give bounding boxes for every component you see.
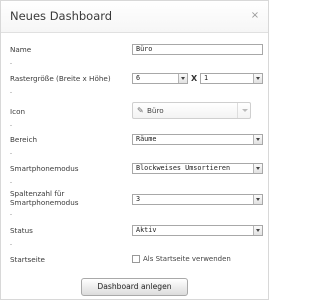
dialog-title: Neues Dashboard — [10, 9, 113, 23]
chevron-down-icon — [253, 226, 262, 235]
chevron-down-icon — [253, 164, 262, 173]
chevron-down-icon — [253, 135, 262, 144]
icon-picker-value: Büro — [147, 106, 164, 115]
status-label: Status — [10, 226, 33, 235]
startpage-checkbox-label[interactable]: Als Startseite verwenden — [143, 255, 231, 263]
smartphone-mode-select[interactable]: Blockweises Umsortieren — [132, 163, 263, 174]
columns-label-line2: Smartphonemodus — [10, 198, 79, 207]
row-divider — [10, 153, 12, 154]
close-icon[interactable]: × — [250, 11, 260, 21]
chevron-down-icon — [178, 74, 187, 83]
area-value: Räume — [136, 135, 157, 143]
area-label: Bereich — [10, 135, 38, 144]
icon-picker[interactable]: ✎ Büro — [132, 102, 251, 119]
row-divider — [10, 92, 12, 93]
grid-separator: X — [191, 74, 198, 83]
grid-width-value: 6 — [136, 74, 141, 82]
chevron-down-icon — [237, 103, 250, 118]
row-divider — [10, 63, 12, 64]
pencil-icon: ✎ — [137, 106, 144, 115]
row-divider — [10, 214, 12, 215]
dialog-header: Neues Dashboard × — [1, 1, 268, 33]
row-divider — [10, 182, 12, 183]
row-divider — [10, 125, 12, 126]
chevron-down-icon — [253, 195, 262, 204]
status-value: Aktiv — [136, 226, 157, 234]
grid-width-select[interactable]: 6 — [132, 73, 188, 84]
icon-label: Icon — [10, 107, 26, 116]
grid-size-label: Rastergröße (Breite x Höhe) — [10, 74, 111, 83]
columns-value: 3 — [136, 195, 141, 203]
name-input[interactable]: Büro — [132, 44, 263, 55]
area-select[interactable]: Räume — [132, 134, 263, 145]
create-dashboard-button[interactable]: Dashboard anlegen — [81, 278, 188, 296]
grid-height-select[interactable]: 1 — [200, 73, 263, 84]
name-label: Name — [10, 45, 32, 54]
dashboard-dialog: Neues Dashboard × Name Büro Rastergröße … — [0, 0, 269, 300]
smartphone-mode-value: Blockweises Umsortieren — [136, 164, 231, 172]
smartphone-mode-label: Smartphonemodus — [10, 164, 79, 173]
startpage-label: Startseite — [10, 255, 45, 264]
startpage-checkbox[interactable] — [132, 255, 140, 263]
grid-height-value: 1 — [204, 74, 209, 82]
row-divider — [10, 244, 12, 245]
chevron-down-icon — [253, 74, 262, 83]
status-select[interactable]: Aktiv — [132, 225, 263, 236]
columns-label-line1: Spaltenzahl für — [10, 189, 65, 198]
columns-select[interactable]: 3 — [132, 194, 263, 205]
